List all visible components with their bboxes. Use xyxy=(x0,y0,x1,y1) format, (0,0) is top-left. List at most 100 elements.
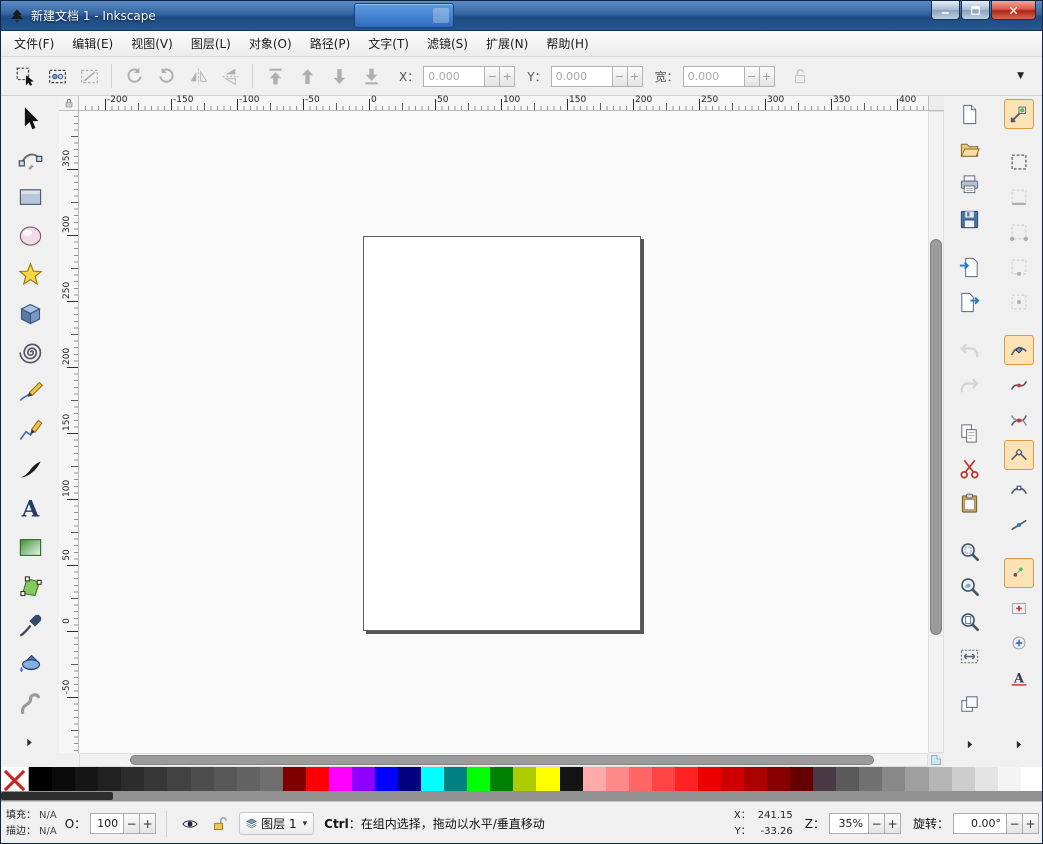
copy-button[interactable] xyxy=(955,418,985,448)
snap-cusp-nodes-button[interactable] xyxy=(1004,440,1034,470)
undo-button[interactable] xyxy=(955,335,985,365)
layer-visibility-toggle[interactable] xyxy=(177,813,203,835)
import-button[interactable] xyxy=(955,252,985,282)
snap-enable-button[interactable] xyxy=(1004,99,1034,129)
zoom-decrease-button[interactable]: − xyxy=(869,813,885,834)
toolbox-overflow-button[interactable] xyxy=(23,736,36,749)
palette-swatch[interactable] xyxy=(121,767,144,791)
menu-item-extensions[interactable]: 扩展(N) xyxy=(477,31,537,56)
minimize-button[interactable] xyxy=(931,1,960,20)
y-field[interactable]: 0.000 xyxy=(551,66,613,87)
close-button[interactable] xyxy=(991,1,1036,20)
palette-swatch[interactable] xyxy=(652,767,675,791)
pencil-tool[interactable] xyxy=(11,374,49,408)
toolbar-overflow-button[interactable]: ▼ xyxy=(1017,71,1024,81)
snap-bbox-button[interactable] xyxy=(1004,147,1034,177)
palette-swatch[interactable] xyxy=(929,767,952,791)
palette-swatch[interactable] xyxy=(260,767,283,791)
opacity-decrease-button[interactable]: − xyxy=(124,813,140,834)
snap-overflow-button[interactable] xyxy=(1012,738,1025,751)
palette-swatch[interactable] xyxy=(98,767,121,791)
flip-vertical-button[interactable] xyxy=(215,61,245,91)
ruler-corner-button[interactable] xyxy=(928,96,944,111)
palette-swatch[interactable] xyxy=(536,767,559,791)
y-field-increase[interactable]: + xyxy=(628,66,643,87)
opacity-increase-button[interactable]: + xyxy=(140,813,156,834)
palette-swatch[interactable] xyxy=(721,767,744,791)
x-field-decrease[interactable]: − xyxy=(485,66,500,87)
menu-item-text[interactable]: 文字(T) xyxy=(359,31,418,56)
opacity-field[interactable]: 100 xyxy=(90,813,124,834)
snap-bbox-corners-button[interactable] xyxy=(1004,217,1034,247)
palette-swatch[interactable] xyxy=(29,767,52,791)
palette-scrollbar[interactable] xyxy=(1,791,1043,801)
snap-bbox-centers-button[interactable] xyxy=(1004,287,1034,317)
commands-overflow-button[interactable] xyxy=(963,738,976,751)
palette-swatch[interactable] xyxy=(144,767,167,791)
connector-tool[interactable] xyxy=(11,569,49,603)
rotation-decrease-button[interactable]: − xyxy=(1007,813,1023,834)
canvas[interactable] xyxy=(79,111,928,753)
palette-swatch[interactable] xyxy=(813,767,836,791)
select-all-button[interactable] xyxy=(10,61,40,91)
palette-swatch[interactable] xyxy=(237,767,260,791)
snap-others-button[interactable] xyxy=(1004,558,1034,588)
palette-swatch[interactable] xyxy=(675,767,698,791)
lower-to-bottom-button[interactable] xyxy=(356,61,386,91)
zoom-drawing-button[interactable] xyxy=(955,571,985,601)
x-field-increase[interactable]: + xyxy=(500,66,515,87)
snap-bbox-edge-midpoints-button[interactable] xyxy=(1004,252,1034,282)
width-field-increase[interactable]: + xyxy=(760,66,775,87)
width-field[interactable]: 0.000 xyxy=(683,66,745,87)
save-button[interactable] xyxy=(955,204,985,234)
print-button[interactable] xyxy=(955,169,985,199)
deselect-button[interactable] xyxy=(74,61,104,91)
palette-swatch[interactable] xyxy=(352,767,375,791)
palette-swatch[interactable] xyxy=(329,767,352,791)
calligraphy-tool[interactable] xyxy=(11,452,49,486)
vertical-scrollbar[interactable] xyxy=(928,111,944,753)
lock-ratio-button[interactable] xyxy=(785,61,815,91)
vertical-ruler[interactable]: 350300250200150100500-50 xyxy=(59,111,79,753)
palette-swatch[interactable] xyxy=(1021,767,1043,791)
bucket-fill-tool[interactable] xyxy=(11,647,49,681)
star-tool[interactable] xyxy=(11,257,49,291)
palette-swatch[interactable] xyxy=(629,767,652,791)
tweak-tool[interactable] xyxy=(11,686,49,720)
snap-object-centers-button[interactable] xyxy=(1004,593,1034,623)
new-document-button[interactable] xyxy=(955,99,985,129)
horizontal-scrollbar-thumb[interactable] xyxy=(130,755,874,765)
palette-swatch[interactable] xyxy=(836,767,859,791)
zoom-page-width-button[interactable] xyxy=(955,641,985,671)
snap-path-intersections-button[interactable] xyxy=(1004,405,1034,435)
horizontal-scrollbar[interactable] xyxy=(79,753,928,767)
x-field[interactable]: 0.000 xyxy=(423,66,485,87)
palette-swatch[interactable] xyxy=(952,767,975,791)
text-tool[interactable]: A xyxy=(11,491,49,525)
rectangle-tool[interactable] xyxy=(11,179,49,213)
ellipse-tool[interactable] xyxy=(11,218,49,252)
layer-lock-toggle[interactable] xyxy=(207,813,233,835)
raise-button[interactable] xyxy=(292,61,322,91)
palette-scrollbar-thumb[interactable] xyxy=(1,792,113,800)
raise-to-top-button[interactable] xyxy=(260,61,290,91)
snap-text-baseline-button[interactable]: A xyxy=(1004,663,1034,693)
palette-swatch[interactable] xyxy=(698,767,721,791)
redo-button[interactable] xyxy=(955,370,985,400)
palette-swatch[interactable] xyxy=(490,767,513,791)
cut-button[interactable] xyxy=(955,453,985,483)
snap-nodes-button[interactable] xyxy=(1004,335,1034,365)
palette-swatch[interactable] xyxy=(583,767,606,791)
snap-rotation-centers-button[interactable] xyxy=(1004,628,1034,658)
menu-item-view[interactable]: 视图(V) xyxy=(122,31,182,56)
menu-item-path[interactable]: 路径(P) xyxy=(301,31,360,56)
menu-item-object[interactable]: 对象(O) xyxy=(240,31,301,56)
palette-swatch[interactable] xyxy=(882,767,905,791)
selector-tool[interactable] xyxy=(11,101,49,135)
rotation-increase-button[interactable]: + xyxy=(1023,813,1039,834)
duplicate-window-button[interactable] xyxy=(955,689,985,719)
fill-stroke-indicator[interactable]: 填充：N/A 描边：N/A xyxy=(6,808,57,839)
menu-item-file[interactable]: 文件(F) xyxy=(5,31,63,56)
snap-smooth-nodes-button[interactable] xyxy=(1004,475,1034,505)
rotate-ccw-button[interactable] xyxy=(119,61,149,91)
